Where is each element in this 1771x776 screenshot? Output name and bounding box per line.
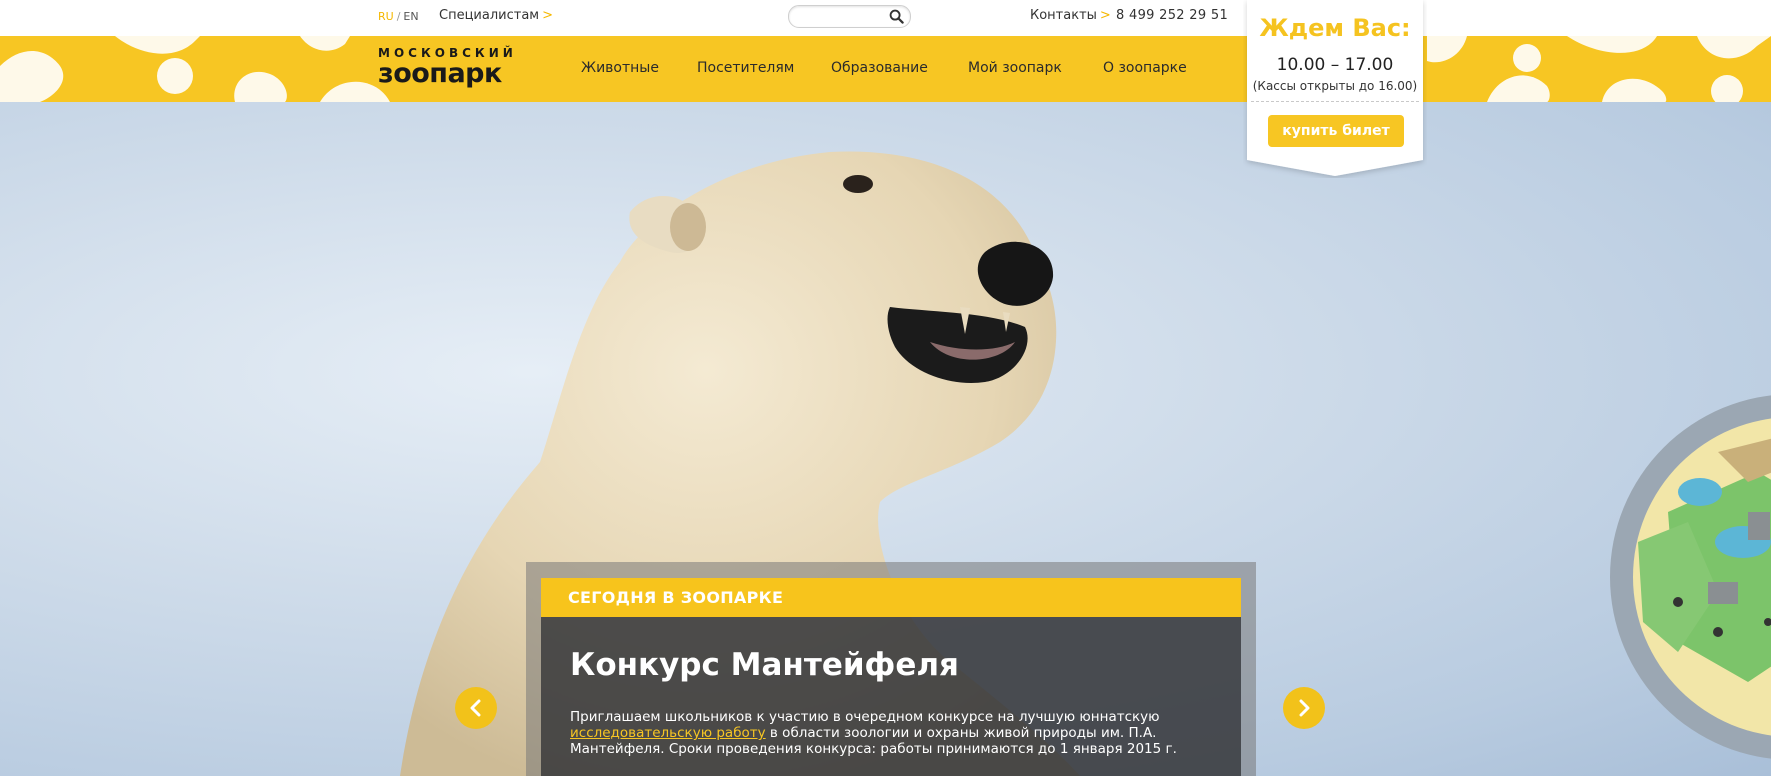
hours-title: Ждем Вас: [1259, 14, 1411, 42]
contacts-label: Контакты [1030, 8, 1097, 23]
nav-item-visitors[interactable]: Посетителям [697, 60, 794, 76]
today-content: Конкурс Мантейфеля Приглашаем школьников… [541, 617, 1241, 776]
nav-item-about[interactable]: О зоопарке [1103, 60, 1187, 76]
top-bar: RU / EN Специалистам > Контакты > 8 499 252 … [0, 0, 1771, 36]
opening-hours-panel: Ждем Вас: 10.00 – 17.00 (Кассы открыты д… [1243, 0, 1427, 178]
logo-line2: зоопарк [378, 58, 502, 89]
today-header: СЕГОДНЯ В ЗООПАРКЕ [541, 578, 1241, 617]
zoo-logo[interactable]: МОСКОВСКИЙ зоопарк [378, 46, 523, 96]
research-work-link[interactable]: исследовательскую работу [570, 725, 766, 741]
event-text-part1: Приглашаем школьников к участию в очеред… [570, 709, 1160, 725]
nav-item-animals[interactable]: Животные [581, 60, 659, 76]
event-description: Приглашаем школьников к участию в очеред… [570, 709, 1190, 757]
search-box [788, 5, 911, 28]
main-nav-bar: МОСКОВСКИЙ зоопарк Животные Посетителям … [0, 36, 1771, 102]
chevron-left-icon [470, 699, 481, 717]
zoo-map-image [1610, 395, 1771, 759]
chevron-right-icon: > [1099, 8, 1111, 23]
decorative-pattern-right [1427, 36, 1771, 102]
ticket-office-note: (Кассы открыты до 16.00) [1252, 79, 1418, 93]
event-title[interactable]: Конкурс Мантейфеля [570, 647, 959, 683]
nav-item-education[interactable]: Образование [831, 60, 928, 76]
contacts-link[interactable]: Контакты > [1030, 8, 1111, 23]
chevron-right-icon [1299, 699, 1310, 717]
search-input[interactable] [799, 7, 893, 28]
specialists-link[interactable]: Специалистам > [439, 8, 553, 23]
specialists-label: Специалистам [439, 8, 540, 23]
panel-divider [1251, 101, 1419, 102]
slider-next-button[interactable] [1283, 687, 1325, 729]
language-switcher: RU / EN [378, 10, 419, 23]
opening-hours: 10.00 – 17.00 [1276, 55, 1394, 75]
slider-prev-button[interactable] [455, 687, 497, 729]
zoo-map-widget[interactable] [1608, 392, 1771, 762]
phone-number: 8 499 252 29 51 [1116, 8, 1229, 23]
lang-ru-link[interactable]: RU [378, 10, 394, 23]
buy-ticket-button[interactable]: купить билет [1268, 115, 1404, 147]
nav-item-my-zoo[interactable]: Мой зоопарк [968, 60, 1062, 76]
hero-slider: СЕГОДНЯ В ЗООПАРКЕ Конкурс Мантейфеля Пр… [0, 102, 1771, 776]
search-icon[interactable] [889, 9, 904, 24]
chevron-right-icon: > [542, 8, 553, 23]
today-header-label: СЕГОДНЯ В ЗООПАРКЕ [568, 588, 784, 607]
lang-en-link[interactable]: EN [403, 10, 418, 23]
lang-separator: / [396, 10, 401, 23]
